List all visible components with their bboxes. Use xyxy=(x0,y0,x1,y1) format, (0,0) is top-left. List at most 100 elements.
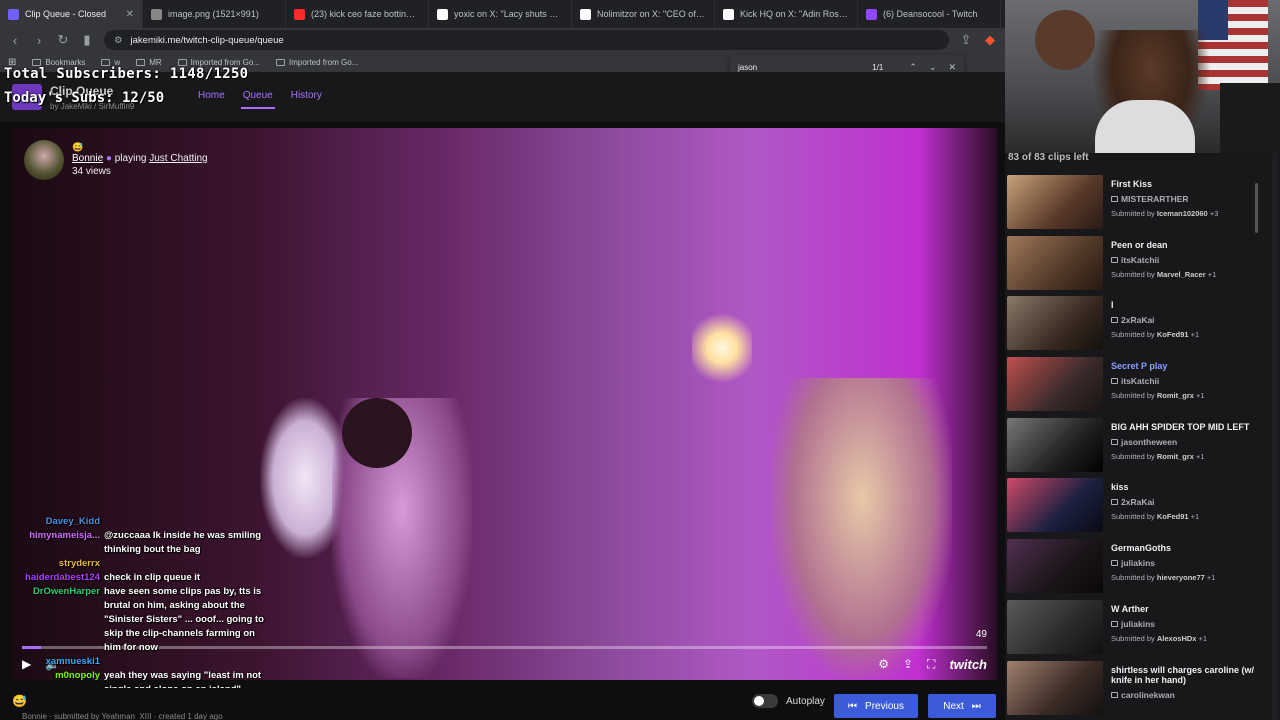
tab-title: Nolimitzor on X: "CEO of Kick i xyxy=(597,9,706,19)
clip-submitter: Submitted by KoFed91 +1 xyxy=(1111,512,1200,522)
clip-submitter: Submitted by AlexosHDx +1 xyxy=(1111,633,1208,643)
toggle-switch[interactable] xyxy=(752,694,778,708)
autoplay-toggle[interactable]: Autoplay xyxy=(752,694,825,708)
clip-meta: Bonnie · submitted by Yeahman_XIII · cre… xyxy=(22,712,223,720)
nav-history[interactable]: History xyxy=(289,90,324,109)
chat-message: xamnueski1 xyxy=(4,655,274,669)
total-subs-overlay: Total Subscribers: 1148/1250 xyxy=(4,66,249,82)
chat-username[interactable]: himynameisja... xyxy=(4,529,104,557)
chat-username[interactable]: Davey_Kidd xyxy=(4,515,104,529)
clip-thumbnail[interactable] xyxy=(1007,357,1103,412)
tab-title: (6) Deansocool - Twitch xyxy=(883,9,978,19)
screen: Clip Queue - Closed ✕ image.png (1521×991)… xyxy=(0,0,1280,720)
stream-chat-overlay: Davey_Kidd himynameisja... @zuccaaa Ik ins… xyxy=(4,515,274,697)
video-light xyxy=(692,308,752,388)
previous-button[interactable]: ⏮ Previous xyxy=(834,694,918,718)
clip-title[interactable]: First Kiss xyxy=(1111,179,1218,189)
queue-item[interactable]: I 2xRaKai Submitted by KoFed91 +1 xyxy=(1007,296,1267,357)
today-subs-overlay: Today's Subs: 12/50 xyxy=(4,90,165,106)
tab-title: yoxic on X: "Lacy shuts down v xyxy=(454,9,563,19)
clip-thumbnail[interactable] xyxy=(1007,296,1103,351)
back-icon[interactable]: ‹ xyxy=(8,33,22,48)
share-icon[interactable]: ⇪ xyxy=(903,657,913,671)
page-scrollbar[interactable] xyxy=(1272,153,1278,720)
bookmark-item[interactable]: Imported from Go... xyxy=(276,58,358,67)
clip-channel: jasontheween xyxy=(1111,437,1249,447)
queue-item[interactable]: GermanGoths juliakins Submitted by hievery… xyxy=(1007,539,1267,600)
queue-item[interactable]: BIG AHH SPIDER TOP MID LEFT jasontheween S… xyxy=(1007,417,1267,479)
clip-title[interactable]: GermanGoths xyxy=(1111,543,1215,553)
folder-icon xyxy=(32,58,42,66)
chat-username[interactable]: xamnueski1 xyxy=(4,655,104,669)
find-prev-icon[interactable]: ⌃ xyxy=(909,62,917,73)
share-icon[interactable]: ⇪ xyxy=(959,32,973,48)
clip-title[interactable]: BIG AHH SPIDER TOP MID LEFT xyxy=(1111,422,1249,432)
fullscreen-icon[interactable]: ⛶ xyxy=(927,657,935,672)
clip-channel: MISTERARTHER xyxy=(1111,194,1218,204)
webcam-overlay xyxy=(1005,0,1280,153)
clip-thumbnail[interactable] xyxy=(1007,235,1103,290)
clip-channel: juliakins xyxy=(1111,558,1215,568)
chat-username[interactable]: DrOwenHarper xyxy=(4,585,104,655)
chat-text xyxy=(104,557,274,571)
chat-message: himynameisja... @zuccaaa Ik inside he was… xyxy=(4,529,274,557)
game-link[interactable]: Just Chatting xyxy=(149,153,207,164)
settings-icon[interactable]: ⚙ xyxy=(878,657,889,671)
browser-tab[interactable]: yoxic on X: "Lacy shuts down v xyxy=(429,0,572,28)
browser-tab-bar: Clip Queue - Closed ✕ image.png (1521×991)… xyxy=(0,0,1005,28)
site-info-icon[interactable]: ⚙ xyxy=(114,35,123,46)
next-button[interactable]: Next ⏭ xyxy=(928,694,996,718)
queue-item[interactable]: Peen or dean itsKatchii Submitted by Marve… xyxy=(1007,235,1267,297)
url-text: jakemiki.me/twitch-clip-queue/queue xyxy=(130,34,284,46)
clip-thumbnail[interactable] xyxy=(1007,478,1103,533)
queue-item[interactable]: kiss 2xRaKai Submitted by KoFed91 +1 xyxy=(1007,478,1267,539)
nav-queue[interactable]: Queue xyxy=(240,90,275,109)
clip-thumbnail[interactable] xyxy=(1007,175,1103,229)
tab-close-icon[interactable]: ✕ xyxy=(126,9,134,20)
clip-title[interactable]: Secret P play xyxy=(1111,361,1205,371)
browser-tab[interactable]: (6) Deansocool - Twitch xyxy=(858,0,1001,28)
rewind-icon: ⏮ xyxy=(848,700,858,712)
find-input[interactable]: jason xyxy=(738,63,872,72)
address-bar[interactable]: ⚙ jakemiki.me/twitch-clip-queue/queue xyxy=(104,30,949,50)
twitch-logo[interactable]: twitch xyxy=(949,657,987,672)
clip-title[interactable]: kiss xyxy=(1111,482,1199,492)
streamer-emoji: 😅 xyxy=(72,142,84,152)
verified-icon: ● xyxy=(105,153,112,164)
nav-home[interactable]: Home xyxy=(196,90,227,109)
clip-submitter: Submitted by KoFed91 +1 xyxy=(1111,330,1200,340)
clip-title[interactable]: W Arther xyxy=(1111,604,1207,614)
browser-tab[interactable]: Kick HQ on X: "Adin Ross calls xyxy=(715,0,858,28)
forward-icon[interactable]: › xyxy=(32,33,46,48)
tab-favicon-icon xyxy=(294,8,305,20)
browser-tab[interactable]: (23) kick ceo faze botting - You xyxy=(286,0,429,28)
browser-tab[interactable]: Nolimitzor on X: "CEO of Kick i xyxy=(572,0,715,28)
clip-thumbnail[interactable] xyxy=(1007,539,1103,594)
time-remaining: 49 xyxy=(975,629,987,640)
streamer-name[interactable]: Bonnie xyxy=(72,153,103,164)
video-person-head xyxy=(342,398,412,468)
clip-thumbnail[interactable] xyxy=(1007,660,1103,715)
find-close-icon[interactable]: ✕ xyxy=(948,62,956,73)
browser-tab[interactable]: image.png (1521×991) xyxy=(143,0,286,28)
clip-thumbnail[interactable] xyxy=(1007,599,1103,654)
chat-username[interactable]: haiderdabest124 xyxy=(4,571,104,585)
channel-icon xyxy=(1111,560,1118,567)
clip-thumbnail[interactable] xyxy=(1007,417,1103,472)
clip-title[interactable]: I xyxy=(1111,300,1199,310)
queue-item[interactable]: Secret P play itsKatchii Submitted by Romi… xyxy=(1007,357,1267,418)
queue-item[interactable]: First Kiss MISTERARTHER Submitted by Icema… xyxy=(1007,175,1267,236)
find-next-icon[interactable]: ⌄ xyxy=(929,62,937,73)
browser-tab[interactable]: Clip Queue - Closed ✕ xyxy=(0,0,143,28)
brave-shield-icon[interactable]: ◆ xyxy=(983,32,997,48)
queue-scrollbar[interactable] xyxy=(1255,183,1258,233)
queue-item[interactable]: W Arther juliakins Submitted by AlexosHDx … xyxy=(1007,599,1267,661)
clip-title[interactable]: shirtless will charges caroline (w/ knif… xyxy=(1111,665,1267,685)
queue-item[interactable]: shirtless will charges caroline (w/ knif… xyxy=(1007,660,1267,720)
clip-title[interactable]: Peen or dean xyxy=(1111,240,1216,250)
chat-text: @zuccaaa Ik inside he was smiling thinki… xyxy=(104,530,262,555)
chat-username[interactable]: stryderrx xyxy=(4,557,104,571)
reload-icon[interactable]: ↻ xyxy=(56,32,70,48)
bookmark-icon[interactable]: ▮ xyxy=(80,32,94,48)
streamer-avatar[interactable] xyxy=(24,140,64,180)
